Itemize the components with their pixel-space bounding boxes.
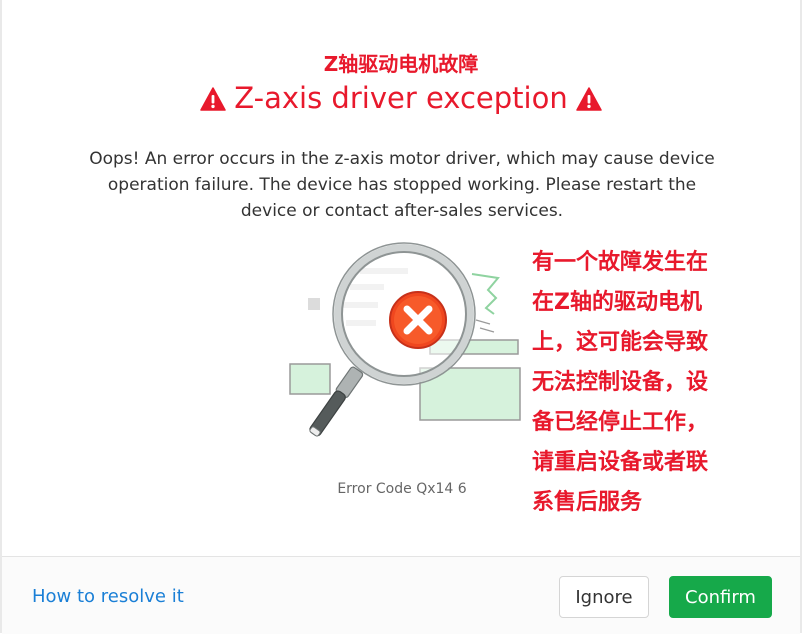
annotation-line: 无法控制设备，设 [532, 370, 709, 395]
magnifier-error-illustration [280, 240, 530, 460]
ignore-button[interactable]: Ignore [559, 576, 649, 618]
annotation-line: 在Z轴的驱动电机 [532, 290, 702, 315]
dialog-title-cn: Z轴驱动电机故障 [323, 52, 479, 76]
annotation-line: 系售后服务 [532, 490, 643, 515]
chinese-annotation: 有一个故障发生在 在Z轴的驱动电机 上，这可能会导致 无法控制设备，设 备已经停… [532, 243, 742, 523]
warning-icon [200, 83, 227, 119]
confirm-button[interactable]: Confirm [669, 576, 772, 618]
annotation-line: 有一个故障发生在 [532, 250, 709, 275]
dialog-title-text: Z-axis driver exception [234, 81, 568, 115]
annotation-line: 请重启设备或者联 [532, 450, 709, 475]
annotation-line: 上，这可能会导致 [532, 330, 709, 355]
dialog-title: Z-axis driver exception [2, 80, 800, 119]
error-dialog: Z轴驱动电机故障 Z-axis driver exception Oops! A… [2, 0, 800, 634]
dialog-footer: How to resolve it Ignore Confirm [2, 556, 800, 634]
how-to-resolve-link[interactable]: How to resolve it [32, 586, 184, 607]
annotation-line: 备已经停止工作， [532, 410, 709, 435]
error-code: Error Code Qx14 6 [337, 481, 467, 497]
warning-icon [575, 83, 602, 119]
dialog-description: Oops! An error occurs in the z-axis moto… [89, 149, 715, 221]
